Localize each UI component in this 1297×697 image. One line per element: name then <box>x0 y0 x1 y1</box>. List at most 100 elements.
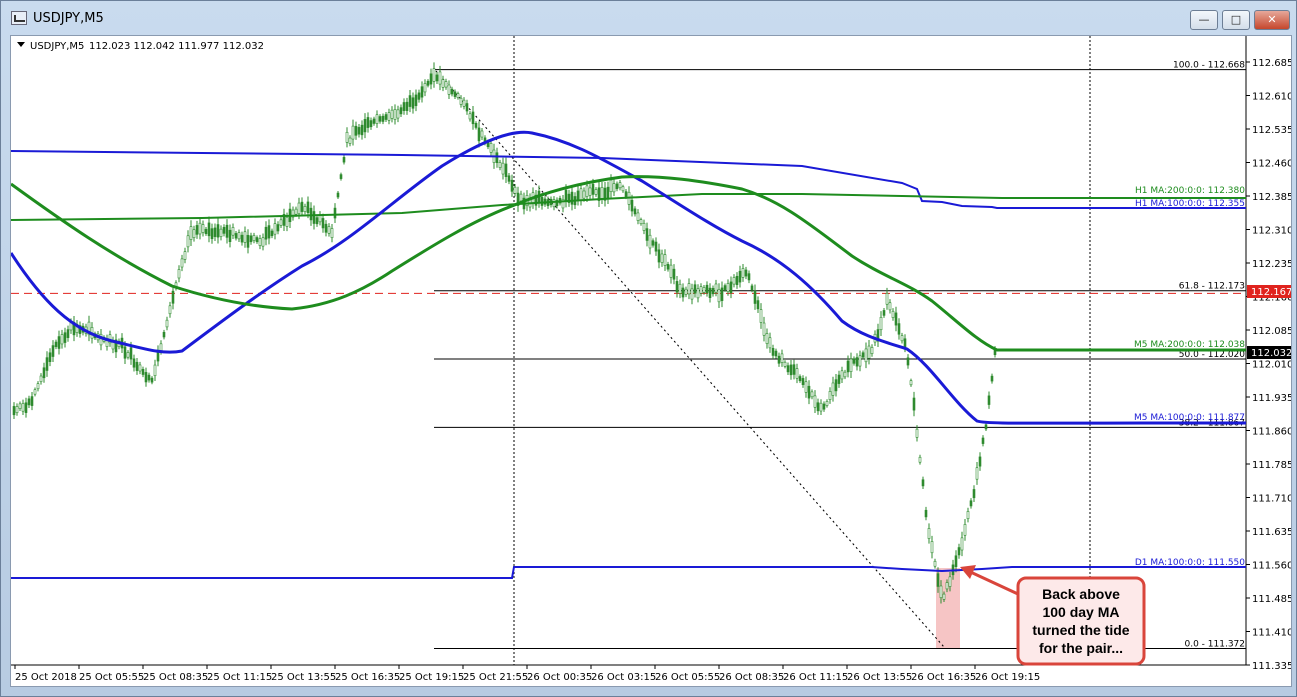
candle-body <box>324 223 328 233</box>
candle-body <box>963 524 967 536</box>
candle-body <box>60 334 64 345</box>
candle-body <box>753 290 757 304</box>
candle-body <box>867 345 871 359</box>
candle-body <box>138 364 142 372</box>
candle-body <box>57 336 61 349</box>
candle-body <box>48 352 52 362</box>
candle-body <box>564 189 568 202</box>
candle-body <box>969 500 973 507</box>
candle-body <box>630 199 634 212</box>
candle-body <box>909 380 913 386</box>
candle-body <box>819 402 823 412</box>
candle-body <box>849 358 853 372</box>
time-tick-label: 25 Oct 19:15 <box>399 672 464 683</box>
candle-body <box>330 228 334 238</box>
candle-body <box>402 102 406 111</box>
candle-body <box>243 231 247 243</box>
candle-body <box>63 332 67 343</box>
chart-area[interactable]: 100.0 - 112.668 61.8 - 112.173 50.0 - 112.… <box>10 35 1292 687</box>
candle-body <box>816 402 820 412</box>
candle-body <box>441 79 445 88</box>
current-price-tag: 112.032 <box>1247 346 1291 359</box>
candle-body <box>714 283 718 293</box>
candle-body <box>345 131 349 143</box>
candle-body <box>579 188 583 201</box>
candle-body <box>729 281 733 293</box>
candle-body <box>693 284 697 294</box>
candle-body <box>372 118 376 124</box>
candle-body <box>246 234 250 248</box>
candle-body <box>15 406 19 414</box>
candle-body <box>918 456 922 463</box>
candle-body <box>861 352 865 358</box>
candle-body <box>213 227 217 237</box>
price-tick-label: 112.235 <box>1252 259 1291 270</box>
candle-body <box>135 361 139 371</box>
candle-body <box>321 218 325 229</box>
candle-body <box>930 541 934 554</box>
time-tick-label: 26 Oct 19:15 <box>975 672 1040 683</box>
candle-body <box>198 222 202 235</box>
candle-body <box>45 357 49 371</box>
candle-body <box>312 211 316 224</box>
candlestick-series <box>12 62 997 604</box>
candle-body <box>168 305 172 315</box>
candle-body <box>768 337 772 349</box>
candle-body <box>42 367 46 379</box>
candle-body <box>159 343 163 352</box>
candle-body <box>936 573 940 587</box>
candle-body <box>762 322 766 336</box>
candle-body <box>384 114 388 120</box>
candle-body <box>465 103 469 112</box>
candle-body <box>390 109 394 119</box>
candle-body <box>228 229 232 242</box>
candle-body <box>933 560 937 567</box>
candle-body <box>681 287 685 298</box>
candle-body <box>270 230 274 237</box>
candle-body <box>468 113 472 120</box>
candle-body <box>570 191 574 205</box>
candle-body <box>837 374 841 384</box>
candle-body <box>501 162 505 175</box>
candle-body <box>420 86 424 98</box>
price-tick-label: 112.010 <box>1252 360 1291 371</box>
candle-body <box>405 101 409 111</box>
price-tick-label: 111.635 <box>1252 527 1291 538</box>
low-highlight-box <box>936 568 960 648</box>
candle-body <box>177 269 181 279</box>
candle-body <box>639 219 643 225</box>
close-button[interactable]: ✕ <box>1254 10 1290 30</box>
candle-body <box>429 73 433 85</box>
candle-body <box>645 228 649 241</box>
candle-body <box>789 364 793 376</box>
candle-body <box>450 88 454 95</box>
fibonacci-retracement[interactable]: 100.0 - 112.668 61.8 - 112.173 50.0 - 112.… <box>434 61 1246 650</box>
candle-body <box>855 357 859 367</box>
candle-body <box>21 403 25 412</box>
price-chart[interactable]: 100.0 - 112.668 61.8 - 112.173 50.0 - 112.… <box>11 36 1291 686</box>
price-tick-label: 112.460 <box>1252 159 1291 170</box>
maximize-button[interactable]: □ <box>1222 10 1250 30</box>
candle-body <box>960 537 964 551</box>
time-tick-label: 25 Oct 21:55 <box>463 672 528 683</box>
candle-body <box>267 225 271 239</box>
title-bar[interactable]: USDJPY,M5 — □ ✕ <box>1 1 1296 35</box>
annotation-callout[interactable]: Back above 100 day MA turned the tide fo… <box>960 565 1146 666</box>
candle-body <box>813 395 817 408</box>
candle-body <box>222 226 226 234</box>
candle-body <box>489 143 493 153</box>
candle-body <box>363 119 367 133</box>
candle-body <box>822 403 826 410</box>
candle-body <box>744 269 748 277</box>
candle-body <box>702 287 706 293</box>
symbol-dropdown-icon[interactable] <box>17 42 25 47</box>
minimize-button[interactable]: — <box>1190 10 1218 30</box>
candle-body <box>276 224 280 232</box>
candle-body <box>648 234 652 249</box>
callout-line-3: turned the tide <box>1032 622 1129 638</box>
candle-body <box>39 375 43 383</box>
candle-body <box>882 310 886 316</box>
candle-body <box>984 424 988 430</box>
time-tick-label: 26 Oct 16:35 <box>911 672 976 683</box>
candle-body <box>801 378 805 385</box>
